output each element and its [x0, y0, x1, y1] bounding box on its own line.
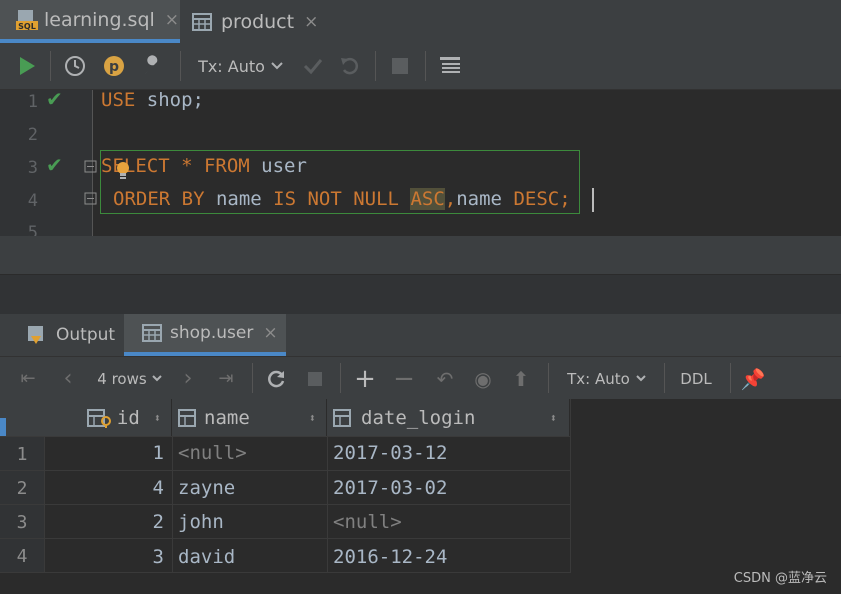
- tab-label: product: [221, 10, 295, 33]
- cell-date-login[interactable]: <null>: [333, 511, 402, 533]
- cell-name[interactable]: <null>: [178, 442, 247, 464]
- rows-label: 4 rows: [97, 369, 147, 388]
- tab-label: learning.sql: [44, 8, 155, 31]
- column-header-id[interactable]: id ⬍: [44, 399, 172, 436]
- history-icon[interactable]: [62, 43, 88, 89]
- column-label: id: [116, 406, 140, 429]
- line-number: 2: [27, 125, 38, 145]
- close-icon[interactable]: ×: [165, 10, 179, 30]
- tab-learning-sql[interactable]: SQL learning.sql ×: [0, 0, 180, 43]
- column-label: date_login: [361, 406, 476, 429]
- tab-label: Output: [56, 325, 116, 345]
- cell-id[interactable]: 4: [44, 477, 164, 499]
- line-number: 3: [27, 158, 38, 178]
- line-number: 1: [27, 92, 38, 112]
- fold-icon[interactable]: [84, 192, 98, 206]
- last-page-icon[interactable]: ⇥: [214, 357, 238, 400]
- rows-count-dropdown[interactable]: 4 rows: [92, 357, 168, 400]
- rollback-icon[interactable]: [337, 43, 363, 89]
- pin-icon[interactable]: 📌: [740, 357, 766, 400]
- results-toolbar: ⇤ ‹ 4 rows › ⇥ + − ↶ ◉ ⬆ Tx: Auto DDL 📌: [0, 356, 841, 400]
- ddl-button[interactable]: DDL: [676, 357, 716, 400]
- wrench-icon[interactable]: [140, 43, 166, 89]
- grid-corner: [0, 399, 44, 436]
- sort-icon[interactable]: ⬍: [309, 411, 316, 425]
- cell-date-login[interactable]: 2017-03-02: [333, 477, 447, 499]
- revert-icon[interactable]: ↶: [432, 357, 458, 400]
- sort-icon[interactable]: ⬍: [550, 411, 557, 425]
- explain-plan-icon[interactable]: p: [101, 43, 127, 89]
- row-number[interactable]: 2: [0, 471, 44, 505]
- close-icon[interactable]: ×: [263, 323, 277, 343]
- watermark: CSDN @蓝净云: [733, 571, 827, 586]
- cell-name[interactable]: zayne: [178, 477, 235, 499]
- table-icon: [192, 12, 212, 31]
- cell-date-login[interactable]: 2016-12-24: [333, 546, 447, 568]
- view-icon[interactable]: ◉: [470, 357, 496, 400]
- row-number[interactable]: 4: [0, 539, 44, 573]
- stop-icon[interactable]: [303, 357, 327, 400]
- cell-name[interactable]: john: [178, 511, 224, 533]
- output-layout-icon[interactable]: [437, 43, 463, 89]
- column-header-date-login[interactable]: date_login ⬍: [327, 399, 570, 436]
- cell-date-login[interactable]: 2017-03-12: [333, 442, 447, 464]
- results-tx-dropdown[interactable]: Tx: Auto: [564, 357, 650, 400]
- line-number: 5: [27, 223, 38, 236]
- column-label: name: [204, 406, 250, 429]
- panel-splitter[interactable]: [0, 274, 841, 315]
- submit-icon[interactable]: ⬆: [508, 357, 534, 400]
- svg-text:p: p: [109, 59, 119, 75]
- tx-mode-dropdown[interactable]: Tx: Auto: [198, 43, 284, 89]
- close-icon[interactable]: ×: [304, 12, 318, 32]
- executed-check-icon: ✔: [46, 153, 63, 177]
- editor-bottom-area: [0, 236, 841, 274]
- text-cursor: [592, 188, 594, 212]
- table-icon: [142, 324, 162, 342]
- chevron-down-icon: [271, 62, 283, 70]
- chevron-down-icon: [151, 375, 162, 382]
- line-number: 4: [27, 191, 38, 211]
- sql-file-icon: SQL: [16, 9, 38, 31]
- commit-icon[interactable]: [300, 43, 326, 89]
- column-header-name[interactable]: name ⬍: [172, 399, 327, 436]
- refresh-icon[interactable]: [263, 357, 289, 400]
- first-page-icon[interactable]: ⇤: [16, 357, 40, 400]
- editor-tab-bar: SQL learning.sql × product ×: [0, 0, 841, 44]
- chevron-down-icon: [636, 375, 646, 382]
- stop-icon[interactable]: [387, 43, 413, 89]
- column-icon: [178, 408, 196, 427]
- row-number[interactable]: 3: [0, 505, 44, 539]
- primary-key-column-icon: [86, 408, 111, 428]
- row-number[interactable]: 1: [0, 437, 44, 471]
- tab-product[interactable]: product ×: [192, 0, 318, 43]
- svg-text:SQL: SQL: [18, 22, 36, 31]
- fold-icon[interactable]: [84, 160, 98, 174]
- statement-highlight: [100, 150, 580, 214]
- tab-shop-user[interactable]: shop.user ×: [124, 314, 286, 356]
- tx-label: Tx: Auto: [567, 369, 630, 388]
- tab-output[interactable]: Output: [26, 314, 115, 356]
- cell-id[interactable]: 1: [44, 442, 164, 464]
- code-line-1: USE shop;: [101, 89, 204, 111]
- cell-name[interactable]: david: [178, 546, 235, 568]
- previous-page-icon[interactable]: ‹: [56, 357, 80, 400]
- cell-id[interactable]: 3: [44, 546, 164, 568]
- tab-label: shop.user: [170, 323, 254, 343]
- tx-label: Tx: Auto: [198, 56, 265, 76]
- column-icon: [333, 408, 351, 427]
- results-tab-bar: Output shop.user ×: [0, 314, 841, 356]
- next-page-icon[interactable]: ›: [176, 357, 200, 400]
- run-icon[interactable]: [14, 43, 40, 89]
- editor-toolbar: p Tx: Auto: [0, 43, 841, 90]
- add-row-icon[interactable]: +: [352, 357, 378, 400]
- output-icon: [28, 326, 43, 344]
- delete-row-icon[interactable]: −: [391, 357, 417, 400]
- cell-id[interactable]: 2: [44, 511, 164, 533]
- sort-icon[interactable]: ⬍: [154, 411, 161, 425]
- executed-check-icon: ✔: [46, 87, 63, 111]
